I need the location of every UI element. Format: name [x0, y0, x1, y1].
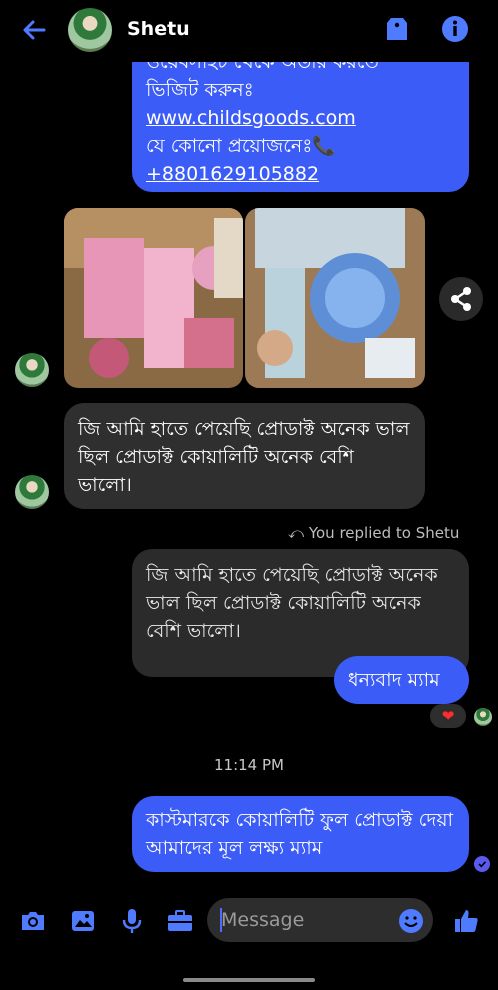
- composer-bar: [0, 894, 498, 948]
- share-button[interactable]: [439, 277, 483, 321]
- reply-indicator: ⤺ You replied to Shetu: [288, 524, 459, 542]
- thumbs-up-icon[interactable]: [451, 906, 481, 936]
- message-text: জি আমি হাতে পেয়েছি প্রোডাক্ট অনেক ভাল ছ…: [78, 418, 410, 496]
- phone-link[interactable]: +8801629105882: [146, 160, 455, 188]
- sent-message-link[interactable]: ওয়েবসাইট থেকে অর্ডার করতে ভিজিট করুনঃ w…: [132, 40, 469, 192]
- quoted-text: জি আমি হাতে পেয়েছি প্রোডাক্ট অনেক ভাল ছ…: [146, 564, 438, 642]
- website-link[interactable]: www.childsgoods.com: [146, 104, 455, 132]
- contact-avatar[interactable]: [68, 8, 112, 52]
- emoji-icon[interactable]: [398, 908, 424, 934]
- text-caret: [220, 908, 222, 932]
- share-icon: [451, 287, 471, 311]
- sender-avatar[interactable]: [15, 475, 49, 509]
- home-indicator[interactable]: [183, 978, 315, 982]
- seen-check-icon: [474, 856, 490, 872]
- briefcase-icon[interactable]: [165, 906, 195, 936]
- reply-icon: ⤺: [288, 524, 305, 542]
- info-icon[interactable]: [440, 14, 470, 44]
- message-text-visit: ভিজিট করুনঃ: [146, 79, 254, 101]
- product-photo-1[interactable]: [64, 208, 243, 388]
- message-text: কাস্টমারকে কোয়ালিটি ফুল প্রোডাক্ট দেয়া…: [146, 809, 454, 859]
- timestamp: 11:14 PM: [214, 756, 284, 774]
- microphone-icon[interactable]: [117, 906, 147, 936]
- reply-label: You replied to Shetu: [308, 524, 460, 542]
- message-text: ধন্যবাদ ম্যাম: [348, 669, 440, 691]
- received-message[interactable]: জি আমি হাতে পেয়েছি প্রোডাক্ট অনেক ভাল ছ…: [64, 403, 425, 509]
- sent-message-final[interactable]: কাস্টমারকে কোয়ালিটি ফুল প্রোডাক্ট দেয়া…: [132, 796, 469, 872]
- sent-message-thanks[interactable]: ধন্যবাদ ম্যাম: [334, 656, 469, 704]
- camera-icon[interactable]: [18, 906, 48, 936]
- message-text-need: যে কোনো প্রয়োজনেঃ📞: [146, 135, 337, 157]
- product-photo-2[interactable]: [245, 208, 425, 388]
- sender-avatar[interactable]: [15, 353, 49, 387]
- tag-icon[interactable]: [382, 14, 412, 44]
- read-receipt-avatar: [474, 708, 492, 726]
- image-icon[interactable]: [68, 906, 98, 936]
- contact-name[interactable]: Shetu: [127, 18, 190, 40]
- heart-icon: ❤: [441, 707, 455, 725]
- reaction-badge[interactable]: ❤: [430, 704, 466, 728]
- chat-header: Shetu: [0, 0, 498, 62]
- back-arrow-icon[interactable]: [18, 14, 50, 46]
